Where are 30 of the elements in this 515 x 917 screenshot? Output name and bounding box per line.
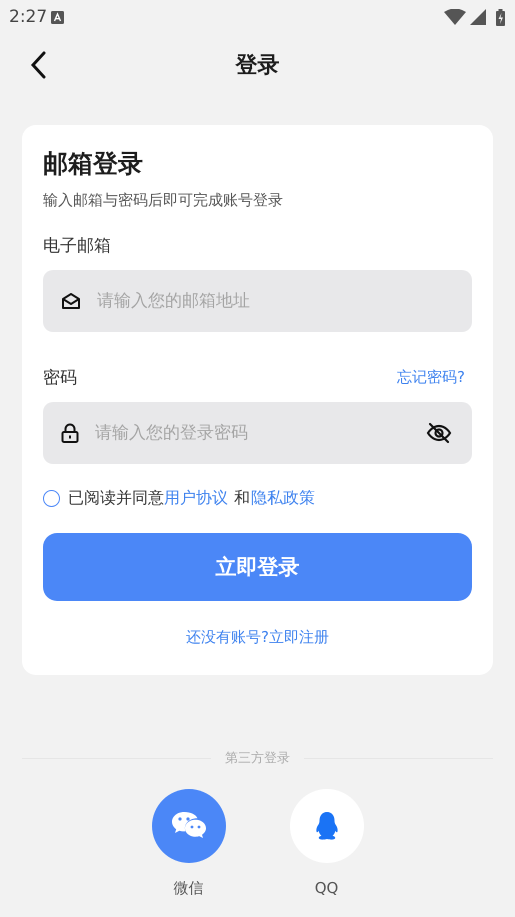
wifi-icon: [444, 9, 466, 25]
provider-label: QQ: [314, 879, 338, 897]
agreement-checkbox[interactable]: [43, 490, 60, 507]
agreement-text: 已阅读并同意: [68, 488, 164, 509]
penguin-icon: [314, 811, 338, 841]
login-button[interactable]: 立即登录: [43, 533, 472, 601]
notification-icon: [51, 10, 64, 24]
terms-link[interactable]: 用户协议: [164, 488, 228, 509]
forgot-password-link[interactable]: 忘记密码?: [397, 368, 465, 387]
password-label: 密码: [43, 367, 77, 389]
email-field[interactable]: 请输入您的邮箱地址: [43, 270, 472, 332]
battery-icon: [496, 8, 505, 26]
third-party-title: 第三方登录: [225, 750, 290, 767]
provider-label: 微信: [174, 879, 204, 898]
password-field[interactable]: 请输入您的登录密码: [43, 402, 472, 464]
lock-icon: [61, 423, 79, 443]
card-title: 邮箱登录: [43, 148, 144, 180]
register-link[interactable]: 还没有账号?立即注册: [186, 628, 329, 647]
privacy-link[interactable]: 隐私政策: [251, 488, 315, 509]
password-input-field[interactable]: 请输入您的登录密码: [95, 423, 410, 443]
chevron-left-icon: [30, 51, 46, 79]
page-title: 登录: [236, 52, 280, 80]
status-time: 2:27: [9, 7, 48, 27]
envelope-icon: [61, 292, 81, 310]
eye-hidden-icon[interactable]: [426, 422, 452, 444]
agreement-joiner: 和: [234, 488, 250, 509]
card-subtitle: 输入邮箱与密码后即可完成账号登录: [43, 191, 284, 210]
signal-icon: [470, 9, 486, 25]
email-input-field[interactable]: 请输入您的邮箱地址: [97, 291, 452, 311]
email-label: 电子邮箱: [43, 235, 111, 257]
